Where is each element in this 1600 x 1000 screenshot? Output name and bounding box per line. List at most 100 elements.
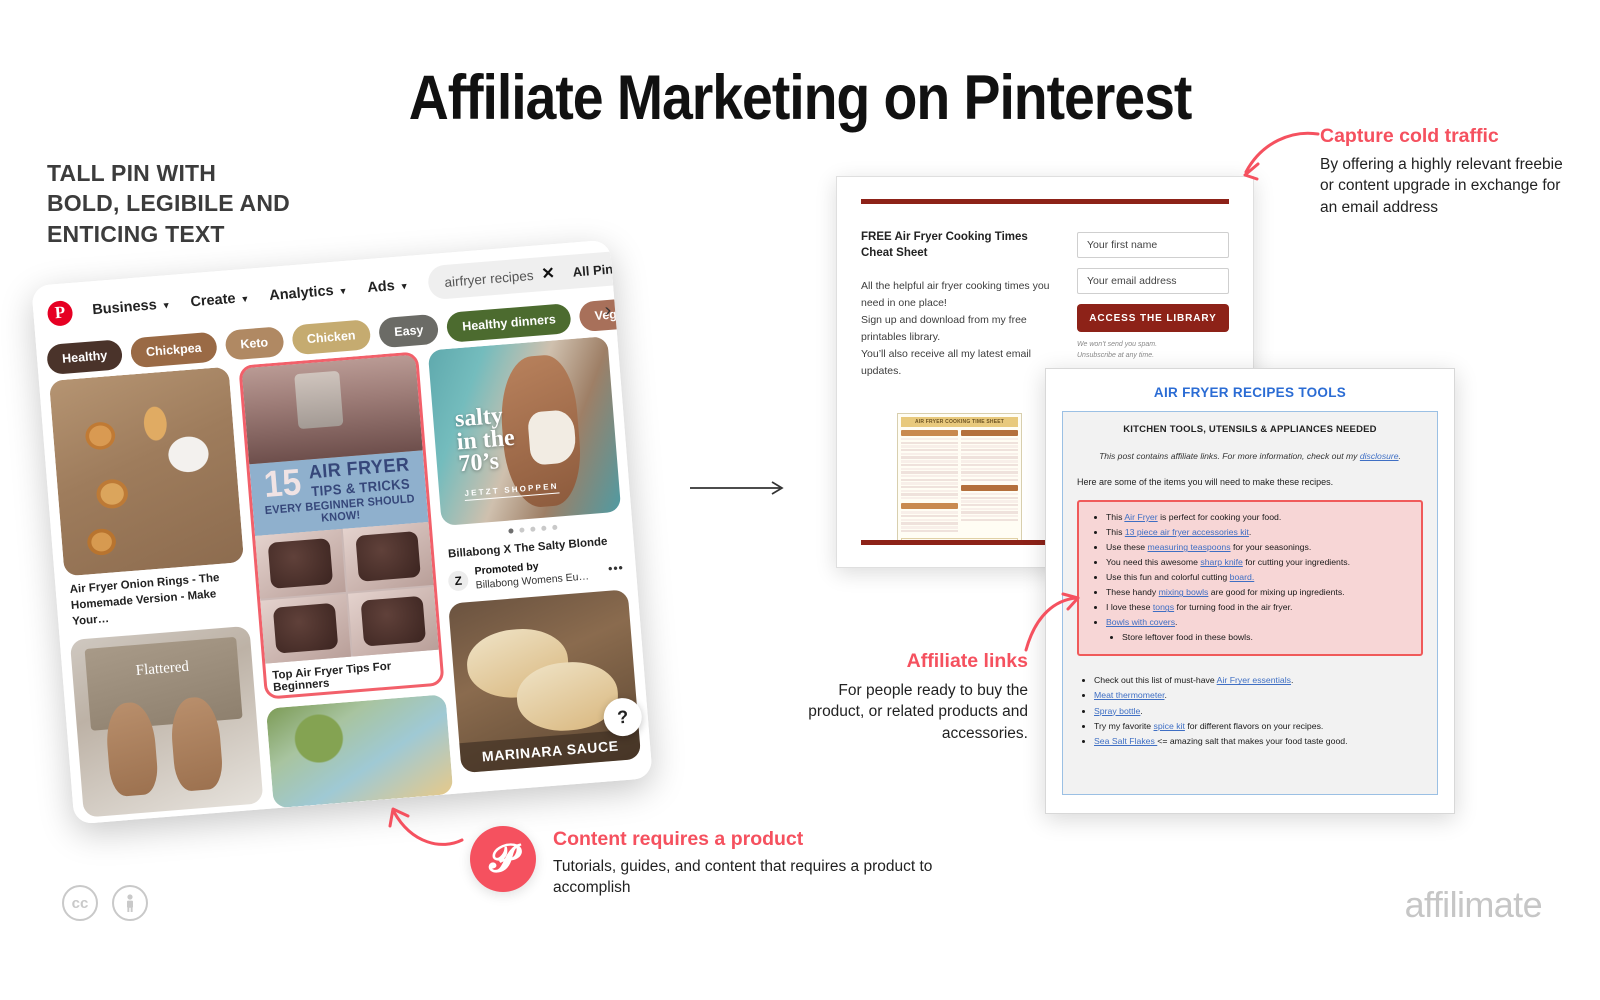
optin-form: Your first name Your email address ACCES…: [1077, 230, 1229, 380]
all-pins-filter[interactable]: All Pins ▼: [562, 258, 645, 279]
pin-column-2: 15 AIR FRYER TIPS & TRICKS EVERY BEGINNE…: [238, 351, 454, 809]
item-post: .: [1164, 690, 1167, 701]
access-library-button[interactable]: ACCESS THE LIBRARY: [1077, 304, 1229, 332]
item-pre: Use this fun and colorful cutting: [1106, 572, 1230, 583]
annotation-capture-cold-traffic: Capture cold traffic By offering a highl…: [1320, 125, 1570, 218]
affiliate-link-sea-salt-flakes[interactable]: Sea Salt Flakes: [1094, 736, 1157, 746]
section-header: [901, 503, 958, 510]
pin-card-guacamole[interactable]: [265, 694, 454, 809]
topic-pill-chickpea[interactable]: Chickpea: [129, 331, 218, 369]
search-input[interactable]: airfryer recipes: [444, 267, 534, 289]
topic-pill-chicken[interactable]: Chicken: [290, 319, 372, 356]
disclosure-link[interactable]: disclosure: [1360, 451, 1399, 461]
pin-image-flattered: Flattered: [69, 625, 264, 818]
overlay-line-3: 70’s: [457, 448, 500, 478]
tall-pin-callout-heading: TALL PIN WITH BOLD, LEGIBILE AND ENTICIN…: [47, 160, 290, 247]
disclosure-pre: This post contains affiliate links. For …: [1099, 451, 1360, 461]
topic-pill-healthy[interactable]: Healthy: [46, 339, 124, 376]
overlay-number: 15: [262, 461, 303, 506]
affiliate-link-sharp-knife[interactable]: sharp knife: [1200, 557, 1243, 567]
topic-pill-healthy-dinners[interactable]: Healthy dinners: [446, 303, 572, 343]
nav-item-analytics[interactable]: Analytics ▼: [269, 282, 348, 304]
list-item: This 13 piece air fryer accessories kit.: [1106, 525, 1411, 540]
cheat-sheet-thumbnail[interactable]: AIR FRYER COOKING TIME SHEET: [897, 413, 1022, 543]
pinterest-window-inner: P Business ▼ Create ▼ Analytics ▼ Ads ▼: [31, 239, 653, 825]
nav-item-create[interactable]: Create ▼: [190, 290, 250, 311]
pinterest-badge-icon: 𝓟: [470, 826, 536, 892]
pin-column-1: Air Fryer Onion Rings - The Homemade Ver…: [48, 366, 264, 824]
list-item: Sea Salt Flakes <= amazing salt that mak…: [1094, 734, 1423, 749]
optin-description: All the helpful air fryer cooking times …: [861, 280, 1050, 378]
pin-image-airfryer-top: [241, 354, 423, 465]
capture-annotation-arrow-icon: [1243, 131, 1320, 181]
pin-card-airfryer-tips[interactable]: 15 AIR FRYER TIPS & TRICKS EVERY BEGINNE…: [238, 351, 445, 700]
cc-icon: cc: [62, 885, 98, 921]
chevron-down-icon: ▼: [399, 280, 410, 292]
carousel-dot[interactable]: [529, 526, 536, 532]
item-post: .: [1140, 705, 1143, 716]
annotation-heading: Content requires a product: [553, 828, 804, 850]
item-pre: Use these: [1106, 542, 1148, 553]
topic-pill-easy[interactable]: Easy: [378, 313, 440, 349]
clear-search-icon[interactable]: ✕: [533, 262, 564, 284]
affiliate-link-bowls-with-covers[interactable]: Bowls with covers: [1106, 617, 1175, 627]
affiliate-link-mixing-bowls[interactable]: mixing bowls: [1159, 587, 1209, 597]
item-post: .: [1175, 617, 1178, 628]
pin-image-salty: salty in the 70’s JETZT SHOPPEN: [427, 336, 622, 526]
pinterest-logo-icon[interactable]: P: [46, 299, 74, 327]
list-item: Store leftover food in these bowls.: [1122, 630, 1411, 645]
email-field[interactable]: Your email address: [1077, 268, 1229, 294]
quad-cell-2: [342, 521, 434, 592]
affiliate-link-spice-kit[interactable]: spice kit: [1154, 721, 1185, 731]
affiliate-link-tongs[interactable]: tongs: [1153, 602, 1174, 612]
first-name-field[interactable]: Your first name: [1077, 232, 1229, 258]
carousel-dot[interactable]: [518, 527, 525, 533]
cheat-sheet-col-meat: [961, 430, 1018, 534]
more-options-icon[interactable]: •••: [608, 560, 625, 575]
affiliate-link-air-fryer-essentials[interactable]: Air Fryer essentials: [1217, 675, 1291, 685]
optin-body: FREE Air Fryer Cooking Times Cheat Sheet…: [837, 204, 1253, 380]
section-header: [961, 430, 1018, 436]
affiliate-link-cutting-board[interactable]: board.: [1230, 572, 1255, 582]
annotation-body: By offering a highly relevant freebie or…: [1320, 156, 1563, 216]
disclosure-post: .: [1398, 451, 1401, 461]
carousel-dot[interactable]: [540, 525, 547, 532]
section-rows: [961, 492, 1018, 522]
carousel-dot[interactable]: [551, 524, 558, 531]
sub-list: Store leftover food in these bowls.: [1106, 630, 1411, 645]
page-title: Affiliate Marketing on Pinterest: [408, 63, 1193, 133]
section-header: [901, 430, 958, 436]
pin-card-flattered[interactable]: Flattered: [69, 625, 264, 818]
pin-image-airfryer-quad: [255, 521, 439, 664]
pin-overlay-marinara: MARINARA SAUCE: [459, 728, 642, 774]
annotation-body: For people ready to buy the product, or …: [808, 682, 1028, 742]
pin-card-onion-rings[interactable]: Air Fryer Onion Rings - The Homemade Ver…: [48, 366, 249, 631]
cheat-sheet-title: AIR FRYER COOKING TIME SHEET: [901, 417, 1018, 427]
affiliate-link-spray-bottle[interactable]: Spray bottle: [1094, 706, 1140, 716]
list-item: I love these tongs for turning food in t…: [1106, 600, 1411, 615]
item-pre: This: [1106, 527, 1125, 538]
nav-item-business[interactable]: Business ▼: [92, 296, 171, 318]
affiliate-link-accessories-kit[interactable]: 13 piece air fryer accessories kit: [1125, 527, 1249, 537]
item-post: .: [1291, 675, 1294, 686]
list-item: Check out this list of must-have Air Fry…: [1094, 673, 1423, 688]
optin-heading: FREE Air Fryer Cooking Times Cheat Sheet: [861, 231, 1028, 259]
pin-image-guacamole: [265, 694, 454, 809]
chevron-down-icon: ▼: [161, 300, 172, 311]
pin-card-marinara[interactable]: MARINARA SAUCE: [448, 589, 642, 774]
pin-card-billabong[interactable]: salty in the 70’s JETZT SHOPPEN Billabon…: [427, 336, 627, 595]
list-item: You need this awesome sharp knife for cu…: [1106, 555, 1411, 570]
topic-pill-vegan[interactable]: Vegan: [578, 296, 648, 333]
extra-links-list: Check out this list of must-have Air Fry…: [1077, 673, 1423, 748]
affiliate-link-air-fryer[interactable]: Air Fryer: [1124, 512, 1157, 522]
affiliate-link-meat-thermometer[interactable]: Meat thermometer: [1094, 690, 1165, 700]
item-post: for different flavors on your recipes.: [1184, 720, 1324, 731]
affiliate-link-measuring-teaspoons[interactable]: measuring teaspoons: [1148, 542, 1231, 552]
annotation-heading: Capture cold traffic: [1320, 125, 1499, 147]
list-item: Try my favorite spice kit for different …: [1094, 719, 1423, 734]
content-annotation-arrow-icon: [388, 807, 464, 846]
carousel-dot[interactable]: [507, 528, 514, 534]
nav-item-ads[interactable]: Ads ▼: [367, 277, 409, 296]
pin-image-marinara: MARINARA SAUCE: [448, 589, 642, 774]
topic-pill-keto[interactable]: Keto: [224, 326, 285, 361]
